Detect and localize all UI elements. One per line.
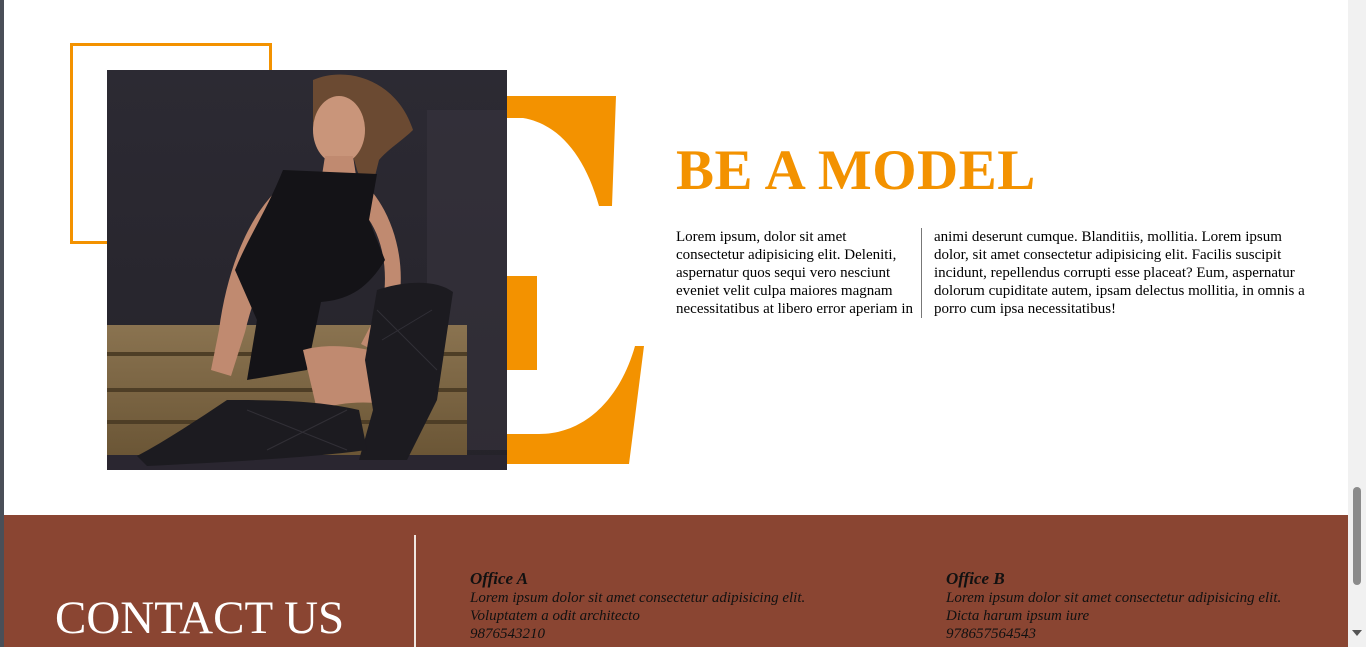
description-column-1: Lorem ipsum, dolor sit amet consectetur …: [676, 228, 922, 318]
model-description: Lorem ipsum, dolor sit amet consectetur …: [676, 228, 1316, 318]
model-photo-image: [107, 70, 507, 470]
office-address: Lorem ipsum dolor sit amet consectetur a…: [470, 590, 806, 624]
contact-section: CONTACT US Office A Lorem ipsum dolor si…: [4, 515, 1348, 647]
office-phone: 9876543210: [470, 626, 545, 642]
office-b: Office B Lorem ipsum dolor sit amet cons…: [946, 569, 1296, 643]
page: BE A MODEL Lorem ipsum, dolor sit amet c…: [4, 0, 1348, 647]
office-phone: 978657564543: [946, 626, 1036, 642]
office-name: Office A: [470, 569, 529, 588]
page-title: BE A MODEL: [676, 139, 1036, 202]
contact-title: CONTACT US: [55, 592, 345, 644]
vertical-scrollbar[interactable]: [1348, 0, 1366, 647]
office-name: Office B: [946, 569, 1005, 588]
office-address: Lorem ipsum dolor sit amet consectetur a…: [946, 590, 1282, 624]
scrollbar-thumb[interactable]: [1353, 487, 1361, 585]
scroll-down-arrow-icon[interactable]: [1352, 630, 1362, 636]
contact-divider: [414, 535, 416, 647]
office-a: Office A Lorem ipsum dolor sit amet cons…: [470, 569, 850, 643]
description-column-2: animi deserunt cumque. Blanditiis, molli…: [934, 229, 1305, 317]
model-photo: [107, 70, 507, 470]
